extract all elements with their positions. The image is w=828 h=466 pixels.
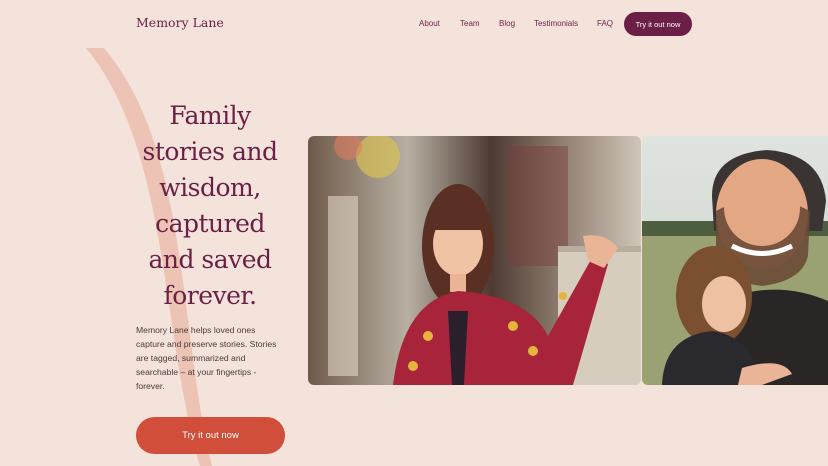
try-it-out-header-button[interactable]: Try it out now [624,12,692,36]
logo[interactable]: Memory Lane [136,15,224,30]
nav-faq[interactable]: FAQ [597,19,613,28]
photo-smiling-woman [308,136,641,385]
hero-headline: Family stories and wisdom, captured and … [142,101,278,310]
nav-testimonials[interactable]: Testimonials [534,19,578,28]
nav-about[interactable]: About [419,19,440,28]
photo-father-and-daughter [642,136,828,385]
hero-description: Memory Lane helps loved ones capture and… [136,325,277,391]
nav-team[interactable]: Team [460,19,480,28]
try-it-out-hero-button[interactable]: Try it out now [136,417,285,454]
nav-blog[interactable]: Blog [499,19,515,28]
